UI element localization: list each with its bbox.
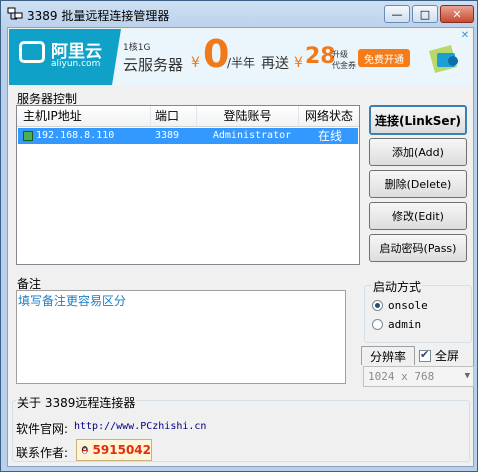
- resolution-value: 1024 x 768: [368, 370, 435, 383]
- radio-console[interactable]: onsole: [372, 297, 472, 313]
- checkbox-checked[interactable]: [419, 348, 431, 362]
- aliyun-logo-icon: [19, 41, 45, 63]
- ad-yen-sign: ¥: [191, 55, 200, 71]
- title-bar[interactable]: 3389 批量远程连接管理器 — □ ✕: [1, 1, 477, 27]
- fullscreen-checkbox[interactable]: 全屏: [419, 346, 473, 365]
- ad-upgrade-line1: 升级: [332, 50, 348, 59]
- radio-admin[interactable]: admin: [372, 316, 472, 332]
- column-header-account[interactable]: 登陆账号: [197, 106, 299, 126]
- edit-button[interactable]: 修改(Edit): [369, 202, 467, 230]
- server-status: 在线: [317, 129, 342, 143]
- close-icon: ✕: [452, 7, 462, 21]
- ad-product: 云服务器: [123, 56, 184, 74]
- server-ip: 192.168.8.110: [36, 130, 115, 141]
- ad-upgrade-line2: 代金券: [332, 61, 356, 70]
- minimize-button[interactable]: —: [384, 5, 410, 23]
- ad-yen-sign-2: ¥: [294, 55, 303, 71]
- ad-price: 0: [203, 32, 230, 76]
- window-title: 3389 批量远程连接管理器: [27, 9, 170, 23]
- maximize-icon: □: [419, 7, 431, 21]
- about-label: 关于 3389远程连接器: [16, 394, 137, 411]
- note-field[interactable]: 填写备注更容易区分: [16, 290, 346, 384]
- note-text: 填写备注更容易区分: [18, 294, 127, 308]
- delete-button[interactable]: 删除(Delete): [369, 170, 467, 198]
- computer-status-icon: [23, 131, 33, 141]
- site-link[interactable]: http://www.PCzhishi.cn: [74, 421, 206, 432]
- ad-cta-button[interactable]: 免费开通: [358, 49, 410, 67]
- connect-button[interactable]: 连接(LinkSer): [369, 105, 467, 135]
- add-button[interactable]: 添加(Add): [369, 138, 467, 166]
- client-area: 阿里云 aliyun.com 1核1G 云服务器 ¥ 0 /半年 再送 ¥ 28…: [7, 27, 474, 467]
- server-list[interactable]: 主机IP地址 端口 登陆账号 网络状态 192.168.8.110 3389 A…: [16, 105, 360, 265]
- tab-resolution[interactable]: 分辨率: [361, 346, 415, 365]
- minimize-icon: —: [391, 7, 403, 21]
- radio-button[interactable]: [372, 318, 383, 330]
- close-button[interactable]: ✕: [440, 5, 474, 23]
- cloud-server-icon: [429, 45, 458, 73]
- aliyun-logo: 阿里云 aliyun.com: [9, 29, 121, 85]
- ad-banner[interactable]: 阿里云 aliyun.com 1核1G 云服务器 ¥ 0 /半年 再送 ¥ 28…: [9, 29, 472, 85]
- radio-admin-label: admin: [388, 317, 422, 331]
- startup-label: 启动方式: [372, 278, 423, 295]
- qq-contact-button[interactable]: 5915042: [76, 439, 152, 461]
- ad-period: /半年: [227, 56, 256, 70]
- ad-close-icon[interactable]: ✕: [459, 30, 471, 42]
- ad-brand-domain: aliyun.com: [51, 59, 101, 69]
- network-computers-icon: [7, 7, 23, 20]
- ad-core-spec: 1核1G: [123, 43, 151, 53]
- qq-number: 5915042: [92, 443, 151, 457]
- radio-button-selected[interactable]: [372, 299, 383, 311]
- qq-penguin-icon: [81, 446, 88, 454]
- app-window: 3389 批量远程连接管理器 — □ ✕ 阿里云 aliyun.com 1核1G…: [0, 0, 478, 472]
- resolution-select[interactable]: 1024 x 768 ▼: [363, 366, 474, 387]
- server-port: 3389: [155, 130, 180, 141]
- server-list-header: 主机IP地址 端口 登陆账号 网络状态: [17, 106, 359, 127]
- author-label: 联系作者:: [16, 446, 69, 460]
- radio-console-label: onsole: [388, 298, 428, 312]
- column-header-status[interactable]: 网络状态: [299, 106, 359, 126]
- server-row[interactable]: 192.168.8.110 3389 Administrator 在线: [18, 128, 358, 144]
- server-account: Administrator: [212, 130, 292, 141]
- fullscreen-label: 全屏: [435, 349, 460, 363]
- chevron-down-icon[interactable]: ▼: [465, 367, 470, 386]
- column-header-port[interactable]: 端口: [151, 106, 197, 126]
- maximize-button[interactable]: □: [412, 5, 438, 23]
- site-label: 软件官网:: [16, 422, 69, 436]
- start-password-button[interactable]: 启动密码(Pass): [369, 234, 467, 262]
- ad-bonus-text: 再送: [261, 56, 289, 72]
- column-header-ip[interactable]: 主机IP地址: [17, 106, 151, 126]
